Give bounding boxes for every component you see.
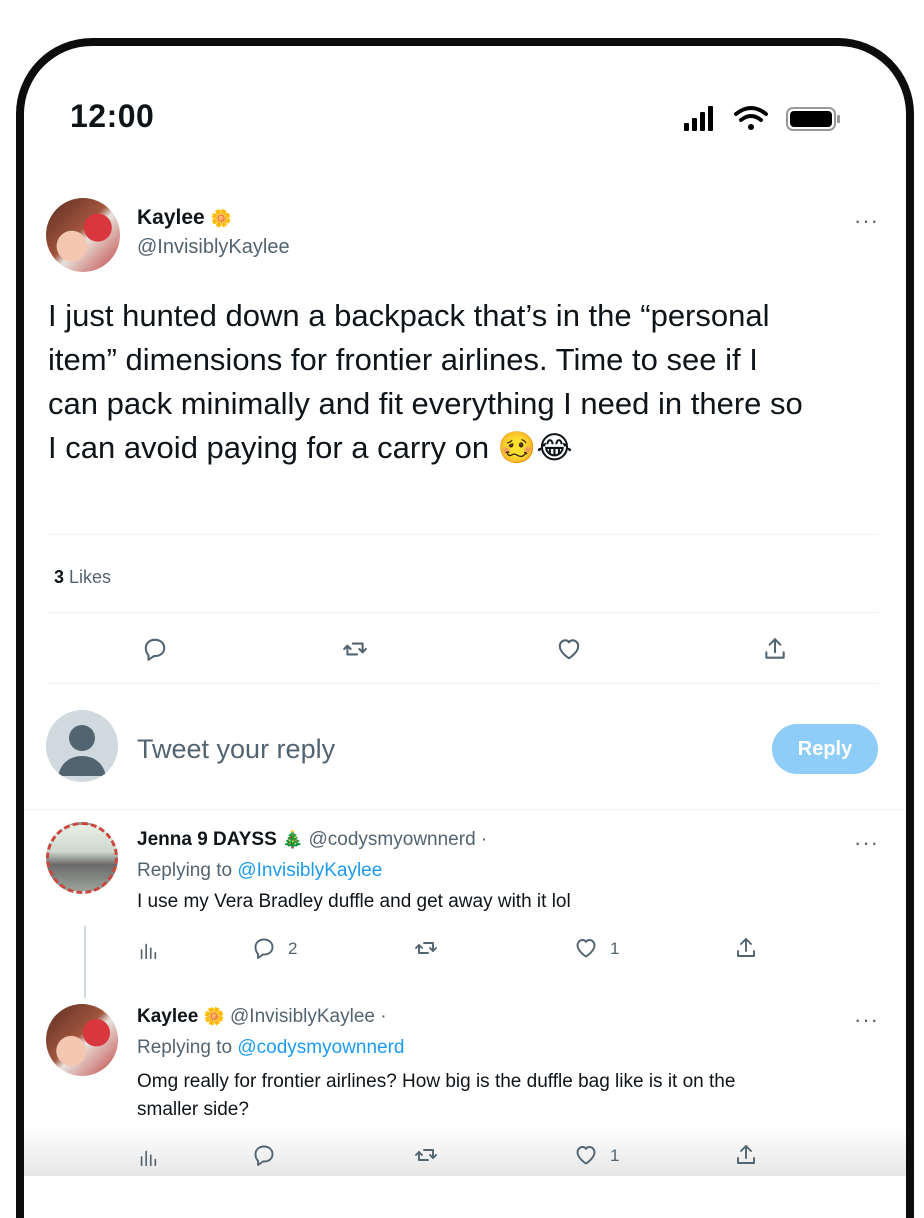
divider bbox=[24, 809, 906, 810]
replying-to: Replying to @codysmyownnerd bbox=[137, 1037, 404, 1059]
like-icon[interactable] bbox=[556, 636, 582, 662]
reply-avatar[interactable] bbox=[46, 1004, 118, 1076]
wifi-icon bbox=[734, 106, 768, 130]
reply-avatar[interactable] bbox=[46, 822, 118, 894]
divider bbox=[48, 534, 878, 535]
author-name[interactable]: Kaylee 🌼 bbox=[137, 206, 232, 230]
phone-frame: 12:00 Kaylee 🌼 @InvisiblyKaylee ··· I ju… bbox=[16, 38, 914, 1218]
more-icon[interactable]: ··· bbox=[854, 1007, 879, 1033]
reply-icon[interactable] bbox=[142, 636, 168, 662]
tweet-text-line: I can avoid paying for a carry on 🥴😂 bbox=[48, 430, 573, 465]
tweet-text-line: I just hunted down a backpack that’s in … bbox=[48, 298, 770, 333]
reply-text-line: smaller side? bbox=[137, 1099, 249, 1120]
default-avatar bbox=[46, 710, 118, 782]
separator-dot: · bbox=[380, 1006, 387, 1027]
separator-dot: · bbox=[480, 829, 488, 850]
share-icon[interactable] bbox=[762, 636, 788, 662]
reply-icon[interactable] bbox=[252, 1143, 276, 1167]
divider bbox=[48, 683, 878, 684]
replying-prefix: Replying to bbox=[137, 860, 233, 881]
reply-text: I use my Vera Bradley duffle and get awa… bbox=[137, 891, 571, 912]
author-avatar[interactable] bbox=[46, 198, 120, 272]
reply-author-handle[interactable]: @InvisiblyKaylee bbox=[230, 1006, 375, 1027]
replying-handle-link[interactable]: @codysmyownnerd bbox=[237, 1037, 404, 1058]
flower-emoji: 🌼 bbox=[210, 209, 232, 228]
reply-header: Jenna 9 DAYSS 🎄 @codysmyownnerd · bbox=[137, 829, 487, 851]
reply-text-line: Omg really for frontier airlines? How bi… bbox=[137, 1071, 736, 1092]
reply-button[interactable]: Reply bbox=[772, 724, 878, 774]
share-icon[interactable] bbox=[734, 1143, 758, 1167]
author-handle[interactable]: @InvisiblyKaylee bbox=[137, 236, 290, 259]
tweet-text-line: can pack minimally and fit everything I … bbox=[48, 386, 803, 421]
reply-icon[interactable] bbox=[252, 936, 276, 960]
likes-count[interactable]: 3 Likes bbox=[54, 567, 111, 588]
signal-icon bbox=[684, 106, 713, 131]
battery-icon bbox=[786, 107, 840, 131]
like-count: 1 bbox=[610, 939, 620, 958]
likes-number: 3 bbox=[54, 567, 65, 587]
reply-input[interactable]: Tweet your reply bbox=[137, 734, 335, 765]
replying-to: Replying to @InvisiblyKaylee bbox=[137, 860, 382, 882]
like-count: 1 bbox=[610, 1146, 620, 1165]
reply-author-name[interactable]: Jenna 9 DAYSS bbox=[137, 829, 277, 850]
divider bbox=[48, 612, 878, 613]
tweet-text: I just hunted down a backpack that’s in … bbox=[48, 294, 893, 470]
author-name-text: Kaylee bbox=[137, 206, 205, 229]
retweet-icon[interactable] bbox=[342, 636, 368, 662]
more-icon[interactable]: ··· bbox=[854, 830, 879, 856]
reply-author-name[interactable]: Kaylee bbox=[137, 1006, 198, 1027]
retweet-icon[interactable] bbox=[414, 1143, 438, 1167]
reply-text: Omg really for frontier airlines? How bi… bbox=[137, 1068, 877, 1124]
likes-label: Likes bbox=[69, 567, 112, 587]
more-icon[interactable]: ··· bbox=[854, 208, 879, 234]
flower-emoji: 🌼 bbox=[203, 1007, 225, 1026]
replying-prefix: Replying to bbox=[137, 1037, 233, 1058]
like-icon[interactable] bbox=[574, 1143, 598, 1167]
retweet-icon[interactable] bbox=[414, 936, 438, 960]
status-icons bbox=[674, 104, 864, 134]
tweet-text-line: item” dimensions for frontier airlines. … bbox=[48, 342, 758, 377]
replying-handle-link[interactable]: @InvisiblyKaylee bbox=[237, 860, 382, 881]
analytics-icon[interactable] bbox=[137, 939, 159, 961]
share-icon[interactable] bbox=[734, 936, 758, 960]
reply-count: 2 bbox=[288, 939, 298, 958]
like-icon[interactable] bbox=[574, 936, 598, 960]
thread-line bbox=[84, 926, 86, 998]
reply-author-handle[interactable]: @codysmyownnerd bbox=[309, 829, 476, 850]
status-time: 12:00 bbox=[70, 98, 155, 134]
reply-header: Kaylee 🌼 @InvisiblyKaylee · bbox=[137, 1006, 387, 1028]
tree-emoji: 🎄 bbox=[282, 830, 304, 849]
analytics-icon[interactable] bbox=[137, 1146, 159, 1168]
